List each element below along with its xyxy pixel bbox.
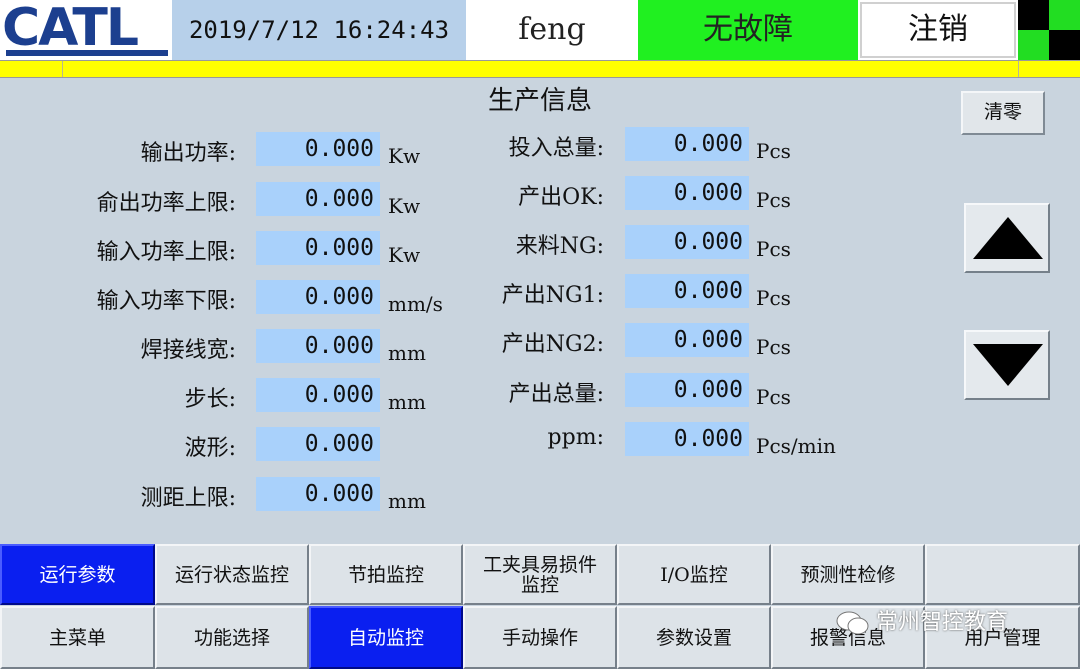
unit-label: Pcs: [756, 385, 791, 409]
unit-label: Pcs: [756, 188, 791, 212]
field-label: 焊接线宽:: [140, 338, 236, 363]
logout-button[interactable]: 注销: [860, 2, 1016, 58]
page-up-button[interactable]: [964, 203, 1050, 273]
function-tab-3[interactable]: 节拍监控: [309, 544, 463, 605]
field-label: 产出NG2:: [501, 332, 604, 357]
field-label: 产出总量:: [508, 382, 604, 407]
value-field[interactable]: 0.000: [625, 422, 749, 456]
watermark: 常州智控教育: [836, 604, 1008, 636]
watermark-text: 常州智控教育: [876, 610, 1009, 635]
unit-label: Pcs/min: [756, 434, 836, 458]
top-bar: CATL 2019/7/12 16:24:43 feng 无故障 注销: [0, 0, 1080, 60]
message-bar-divider: [1018, 61, 1019, 77]
field-label: ppm:: [547, 425, 604, 450]
message-bar: [0, 60, 1080, 78]
logo-underline: [6, 50, 168, 56]
function-tab-6[interactable]: 预测性检修: [771, 544, 925, 605]
value-field[interactable]: 0.000: [625, 274, 749, 308]
function-tab-7[interactable]: [925, 544, 1080, 605]
catl-logo: CATL: [2, 0, 170, 60]
value-field[interactable]: 0.000: [256, 231, 380, 265]
unit-label: mm: [388, 489, 426, 513]
nav-tab-1[interactable]: 主菜单: [0, 606, 155, 669]
field-label: 产出NG1:: [501, 283, 604, 308]
function-tab-2[interactable]: 运行状态监控: [155, 544, 309, 605]
value-field[interactable]: 0.000: [625, 323, 749, 357]
value-field[interactable]: 0.000: [256, 132, 380, 166]
unit-label: Pcs: [756, 237, 791, 261]
field-label: 测距上限:: [140, 486, 236, 511]
field-label: 投入总量:: [508, 136, 604, 161]
status-indicator-icon: [1018, 0, 1080, 60]
value-field[interactable]: 0.000: [256, 477, 380, 511]
datetime-display: 2019/7/12 16:24:43: [172, 0, 466, 60]
function-tab-1[interactable]: 运行参数: [0, 544, 155, 605]
value-field[interactable]: 0.000: [256, 329, 380, 363]
page-down-button[interactable]: [964, 330, 1050, 400]
value-field[interactable]: 0.000: [625, 225, 749, 259]
function-tab-row: 运行参数 运行状态监控 节拍监控 工夹具易损件 监控 I/O监控 预测性检修: [0, 544, 1080, 605]
field-label: 输入功率上限:: [96, 240, 236, 265]
value-field[interactable]: 0.000: [256, 280, 380, 314]
field-label: 来料NG:: [515, 234, 604, 259]
current-user: feng: [466, 0, 638, 60]
field-label: 输出功率:: [140, 141, 236, 166]
value-field[interactable]: 0.000: [625, 127, 749, 161]
page-title: 生产信息: [487, 86, 592, 116]
unit-label: Pcs: [756, 335, 791, 359]
triangle-down-icon: [973, 344, 1043, 386]
function-tab-4[interactable]: 工夹具易损件 监控: [463, 544, 617, 605]
nav-tab-3[interactable]: 自动监控: [309, 606, 463, 669]
value-field[interactable]: 0.000: [256, 427, 380, 461]
nav-tab-5[interactable]: 参数设置: [617, 606, 771, 669]
nav-tab-4[interactable]: 手动操作: [463, 606, 617, 669]
wechat-icon: [836, 611, 869, 635]
field-label: 步长:: [184, 387, 236, 412]
unit-label: Pcs: [756, 286, 791, 310]
clear-button[interactable]: 清零: [961, 91, 1045, 135]
field-label: 产出OK:: [518, 185, 604, 210]
fault-status: 无故障: [638, 0, 858, 60]
field-label: 波形:: [184, 436, 236, 461]
field-label: 俞出功率上限:: [96, 191, 236, 216]
value-field[interactable]: 0.000: [625, 373, 749, 407]
value-field[interactable]: 0.000: [625, 176, 749, 210]
field-label: 输入功率下限:: [96, 289, 236, 314]
message-bar-divider: [62, 61, 63, 77]
unit-label: Pcs: [756, 139, 791, 163]
nav-tab-2[interactable]: 功能选择: [155, 606, 309, 669]
triangle-up-icon: [973, 217, 1043, 259]
value-field[interactable]: 0.000: [256, 378, 380, 412]
value-field[interactable]: 0.000: [256, 182, 380, 216]
function-tab-5[interactable]: I/O监控: [617, 544, 771, 605]
